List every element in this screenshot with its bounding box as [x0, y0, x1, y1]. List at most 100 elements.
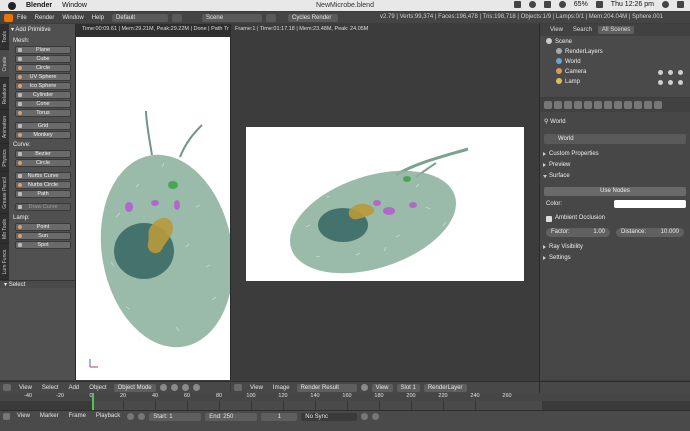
outliner-item-scene[interactable]: Scene — [546, 38, 572, 47]
render-layer-selector[interactable]: RenderLayer — [423, 383, 467, 392]
timeline-ruler[interactable]: -40 -20 0 20 40 60 80 100 120 140 160 18… — [0, 393, 690, 401]
mac-menu-blender[interactable]: Blender — [26, 2, 52, 9]
add-torus-button[interactable]: Torus — [15, 109, 71, 117]
outliner-item-renderlayers[interactable]: RenderLayers — [556, 48, 603, 57]
current-frame-cursor[interactable] — [92, 393, 94, 410]
tab-create[interactable]: Create — [0, 50, 9, 78]
image-menu-image[interactable]: Image — [273, 385, 290, 391]
pivot-point-icon[interactable] — [170, 384, 178, 391]
add-bezier-button[interactable]: Bezier — [15, 150, 71, 158]
outliner-menu-search[interactable]: Search — [573, 27, 592, 33]
slot-selector[interactable]: Slot 1 — [396, 383, 420, 392]
add-plane-button[interactable]: Plane — [15, 46, 71, 54]
add-primitive-header[interactable]: ▾ Add Primitive — [11, 26, 73, 35]
timeline-menu-marker[interactable]: Marker — [40, 413, 59, 419]
timeline-menu-playback[interactable]: Playback — [96, 413, 120, 419]
timeline-menu-frame[interactable]: Frame — [69, 413, 86, 419]
ao-distance-field[interactable]: Distance: 10.000 — [616, 228, 684, 237]
spotlight-icon[interactable] — [662, 1, 669, 8]
render-tab-icon[interactable] — [544, 101, 552, 109]
pin-icon[interactable] — [360, 384, 368, 391]
use-nodes-button[interactable]: Use Nodes — [544, 187, 686, 196]
tab-physics[interactable]: Physics — [0, 144, 9, 172]
add-sun-lamp-button[interactable]: Sun — [15, 232, 71, 240]
settings-panel[interactable]: Settings — [542, 254, 688, 263]
display-icon[interactable] — [543, 1, 551, 8]
menu-window[interactable]: Window — [62, 15, 83, 21]
dropbox-icon[interactable] — [513, 1, 521, 8]
add-cylinder-button[interactable]: Cylinder — [15, 91, 71, 99]
keying-icon[interactable] — [372, 413, 380, 420]
object-tab-icon[interactable] — [584, 101, 592, 109]
add-curve-circle-button[interactable]: Circle — [15, 159, 71, 167]
timeline-menu-view[interactable]: View — [17, 413, 30, 419]
mac-menu-window[interactable]: Window — [62, 2, 87, 9]
3d-viewport[interactable] — [76, 37, 230, 380]
start-frame-field[interactable]: Start: 1 — [149, 413, 202, 421]
manipulator-icon[interactable] — [181, 384, 189, 391]
camera-visibility-icon[interactable] — [658, 70, 663, 75]
apple-icon[interactable] — [8, 1, 16, 10]
physics-tab-icon[interactable] — [654, 101, 662, 109]
add-uv-sphere-button[interactable]: UV Sphere — [15, 73, 71, 81]
view-selector[interactable]: View — [371, 383, 393, 392]
menu-list-icon[interactable] — [677, 1, 684, 8]
render-engine-selector[interactable]: Cycles Render — [288, 13, 339, 22]
tab-mb-tools[interactable]: Mb Tools — [0, 214, 9, 244]
end-frame-field[interactable]: End: 250 — [205, 413, 258, 421]
world-color-swatch[interactable] — [614, 200, 686, 208]
scene-tab-icon[interactable] — [564, 101, 572, 109]
add-ico-sphere-button[interactable]: Ico Sphere — [15, 82, 71, 90]
lamp-visibility-icon[interactable] — [658, 80, 663, 85]
menu-file[interactable]: File — [17, 15, 27, 21]
object-mode-selector[interactable]: Object Mode — [113, 383, 156, 392]
add-nurbs-curve-button[interactable]: Nurbs Curve — [15, 172, 71, 180]
add-monkey-button[interactable]: Monkey — [15, 131, 71, 139]
area-divider[interactable] — [75, 24, 76, 380]
outliner-item-world[interactable]: World — [556, 58, 581, 67]
editor-type-3d-icon[interactable] — [3, 384, 11, 391]
add-cube-button[interactable]: Cube — [15, 55, 71, 63]
tab-relations[interactable]: Relations — [0, 78, 9, 110]
tab-animation[interactable]: Animation — [0, 110, 9, 144]
add-cone-button[interactable]: Cone — [15, 100, 71, 108]
current-frame-field[interactable]: 1 — [261, 413, 298, 421]
area-divider[interactable] — [230, 24, 231, 380]
screen-layout-selector[interactable]: Default — [112, 13, 169, 22]
add-nurbs-circle-button[interactable]: Nurbs Circle — [15, 181, 71, 189]
outliner[interactable]: View Search All Scenes Scene RenderLayer… — [540, 24, 690, 97]
clock[interactable]: Thu 12:26 pm — [611, 1, 654, 8]
add-path-button[interactable]: Path — [15, 190, 71, 198]
blender-logo-icon[interactable] — [4, 13, 13, 22]
add-point-lamp-button[interactable]: Point — [15, 223, 71, 231]
keyframe-icon[interactable] — [361, 413, 369, 420]
scene-selector[interactable]: Scene — [202, 13, 263, 22]
modifiers-tab-icon[interactable] — [604, 101, 612, 109]
texture-tab-icon[interactable] — [634, 101, 642, 109]
layer-icon[interactable] — [192, 384, 200, 391]
wifi-icon[interactable] — [558, 1, 566, 8]
editor-type-image-icon[interactable] — [234, 384, 242, 391]
view3d-menu-select[interactable]: Select — [42, 385, 59, 391]
sync-icon[interactable] — [528, 1, 536, 8]
world-datablock-field[interactable]: World — [544, 134, 686, 144]
ao-factor-field[interactable]: Factor: 1.00 — [546, 228, 610, 237]
material-tab-icon[interactable] — [624, 101, 632, 109]
record-icon[interactable] — [127, 413, 135, 420]
add-circle-button[interactable]: Circle — [15, 64, 71, 72]
area-divider[interactable] — [539, 24, 540, 393]
render-layers-tab-icon[interactable] — [554, 101, 562, 109]
add-grid-button[interactable]: Grid — [15, 122, 71, 130]
ray-visibility-panel[interactable]: Ray Visibility — [542, 243, 688, 252]
timeline[interactable]: -40 -20 0 20 40 60 80 100 120 140 160 18… — [0, 393, 690, 410]
lamp-select-icon[interactable] — [668, 80, 673, 85]
image-selector[interactable]: Render Result — [296, 383, 357, 392]
image-menu-view[interactable]: View — [250, 385, 263, 391]
keying-set-icon[interactable] — [138, 413, 146, 420]
view3d-menu-view[interactable]: View — [19, 385, 32, 391]
sync-mode-selector[interactable]: No Sync — [301, 413, 358, 421]
data-tab-icon[interactable] — [614, 101, 622, 109]
surface-panel[interactable]: Surface — [542, 172, 688, 181]
outliner-item-lamp[interactable]: Lamp — [556, 78, 580, 87]
draw-curve-button[interactable]: Draw Curve — [15, 203, 71, 211]
